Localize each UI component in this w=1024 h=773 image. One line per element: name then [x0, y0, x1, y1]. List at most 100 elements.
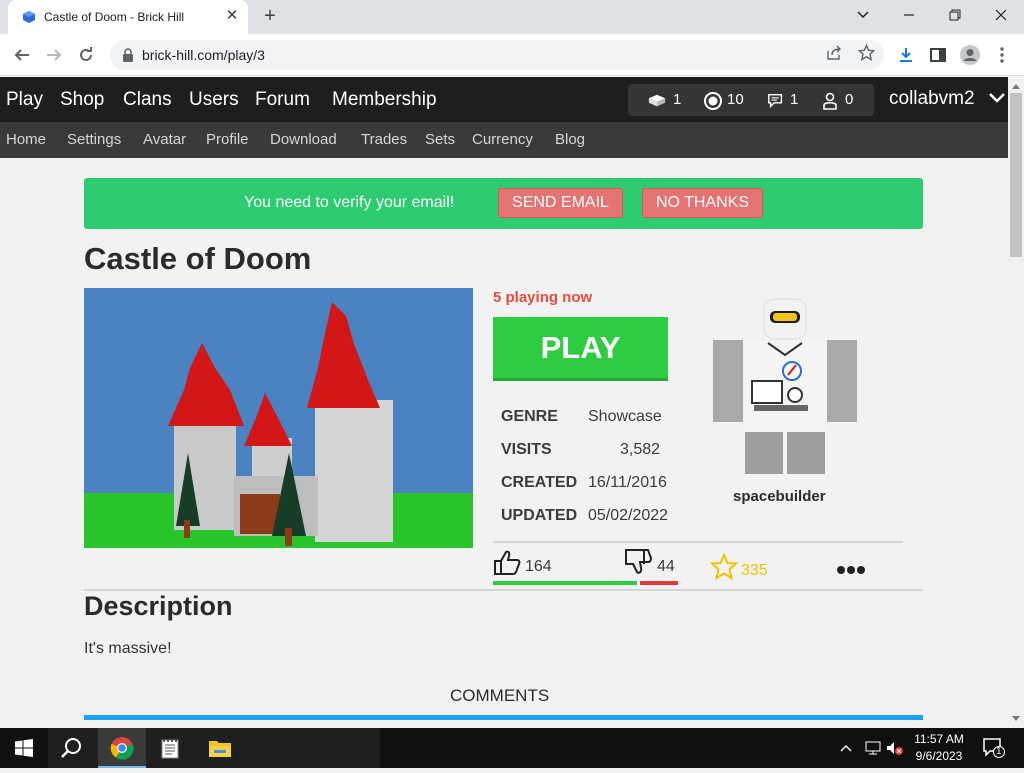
site-main-nav: Play Shop Clans Users Forum Membership 1… — [0, 77, 1008, 122]
more-options-icon[interactable] — [836, 565, 866, 575]
download-icon[interactable] — [894, 43, 918, 67]
close-window-icon[interactable] — [978, 0, 1024, 30]
chrome-menu-icon[interactable] — [990, 43, 1014, 67]
tab-close-icon[interactable]: ✕ — [222, 6, 242, 26]
chrome-icon[interactable] — [98, 728, 146, 768]
subnav-currency[interactable]: Currency — [472, 131, 533, 148]
reload-icon[interactable] — [74, 43, 98, 67]
players-online: 5 playing now — [493, 289, 593, 306]
description-heading: Description — [84, 591, 233, 621]
likes-bar — [493, 581, 637, 585]
windows-start-icon[interactable] — [0, 728, 48, 768]
created-label: CREATED — [501, 474, 578, 491]
subnav-download[interactable]: Download — [270, 131, 337, 148]
verify-message: You need to verify your email! — [244, 194, 455, 211]
likes-count: 164 — [525, 558, 552, 575]
comments-tab-indicator — [84, 715, 923, 720]
game-thumbnail — [84, 288, 473, 548]
bricks-count[interactable]: 1 — [673, 91, 681, 108]
username-menu[interactable]: collabvm2 — [889, 88, 975, 110]
genre-value[interactable]: Showcase — [588, 408, 662, 426]
minimize-icon[interactable] — [886, 0, 932, 30]
stats-divider — [493, 541, 903, 543]
volume-muted-icon[interactable] — [886, 741, 904, 755]
clock-time: 11:57 AM — [914, 732, 964, 746]
nav-membership[interactable]: Membership — [332, 89, 437, 111]
nav-play[interactable]: Play — [6, 89, 43, 111]
bookmark-star-icon[interactable] — [856, 43, 876, 64]
updated-label: UPDATED — [501, 507, 578, 524]
search-icon[interactable] — [48, 728, 96, 768]
taskbar-clock[interactable]: 11:57 AM 9/6/2023 — [905, 731, 973, 765]
updated-value: 05/02/2022 — [588, 507, 669, 524]
comments-tab[interactable]: COMMENTS — [450, 686, 549, 706]
tray-chevron-up-icon[interactable] — [840, 743, 852, 753]
messages-count[interactable]: 1 — [790, 91, 798, 108]
file-explorer-icon[interactable] — [196, 728, 244, 768]
friends-icon[interactable] — [821, 92, 839, 110]
lock-icon[interactable] — [122, 48, 134, 62]
thumbs-up-icon[interactable] — [493, 548, 521, 576]
bricks-icon[interactable] — [648, 92, 666, 110]
dislikes-count: 44 — [657, 558, 675, 575]
taskbar-search[interactable] — [48, 728, 380, 768]
thumbs-down-icon[interactable] — [624, 548, 652, 576]
tab-title: Castle of Doom - Brick Hill — [44, 10, 185, 24]
play-button[interactable]: PLAY — [493, 317, 668, 381]
scrollbar-thumb[interactable] — [1010, 93, 1022, 257]
clock-date: 9/6/2023 — [915, 749, 963, 763]
nav-shop[interactable]: Shop — [60, 89, 104, 111]
notification-center-icon[interactable]: 1 — [983, 738, 1005, 758]
url-text[interactable]: brick-hill.com/play/3 — [142, 47, 265, 63]
subnav-avatar[interactable]: Avatar — [143, 131, 186, 148]
favorites-count: 335 — [741, 562, 768, 579]
page-scrollbar[interactable] — [1008, 77, 1024, 728]
friends-count[interactable]: 0 — [845, 91, 853, 108]
favorite-star-icon[interactable] — [709, 553, 739, 581]
genre-label: GENRE — [501, 408, 558, 425]
new-tab-button[interactable]: + — [258, 5, 282, 29]
dislikes-bar — [640, 581, 678, 585]
side-panel-icon[interactable] — [926, 43, 950, 67]
currency-stats: 1 10 1 0 — [628, 84, 874, 116]
notification-count: 1 — [996, 746, 1002, 757]
notepad-icon[interactable] — [146, 728, 194, 768]
verify-email-banner: You need to verify your email! SEND EMAI… — [84, 178, 923, 229]
nav-users[interactable]: Users — [189, 89, 239, 111]
subnav-blog[interactable]: Blog — [555, 131, 585, 148]
browser-toolbar: brick-hill.com/play/3 — [0, 34, 1024, 76]
creator-avatar[interactable] — [708, 295, 862, 480]
restore-icon[interactable] — [932, 0, 978, 30]
site-sub-nav: Home Settings Avatar Profile Download Tr… — [0, 122, 1008, 158]
no-thanks-button[interactable]: NO THANKS — [642, 188, 763, 218]
scroll-down-icon[interactable] — [1012, 716, 1020, 722]
chevron-down-icon[interactable] — [988, 89, 1006, 107]
description-text: It's massive! — [84, 640, 172, 657]
nav-clans[interactable]: Clans — [123, 89, 172, 111]
network-icon[interactable] — [864, 741, 882, 755]
browser-tab[interactable]: Castle of Doom - Brick Hill ✕ — [8, 0, 248, 34]
windows-taskbar: 11:57 AM 9/6/2023 1 — [0, 728, 1024, 768]
share-icon[interactable] — [824, 45, 844, 65]
subnav-sets[interactable]: Sets — [425, 131, 455, 148]
send-email-button[interactable]: SEND EMAIL — [498, 188, 623, 218]
back-icon[interactable] — [10, 43, 34, 67]
brickhill-favicon-icon — [23, 11, 35, 23]
messages-icon[interactable] — [767, 92, 785, 110]
forward-icon[interactable] — [42, 43, 66, 67]
visits-value: 3,582 — [620, 441, 661, 458]
subnav-settings[interactable]: Settings — [67, 131, 121, 148]
subnav-home[interactable]: Home — [6, 131, 46, 148]
game-title: Castle of Doom — [84, 241, 312, 276]
subnav-profile[interactable]: Profile — [206, 131, 249, 148]
bits-icon[interactable] — [704, 92, 722, 110]
profile-icon[interactable] — [958, 43, 982, 67]
scroll-up-icon[interactable] — [1012, 83, 1020, 89]
bits-count[interactable]: 10 — [727, 91, 744, 108]
tab-search-chevron-icon[interactable] — [840, 0, 886, 30]
browser-tab-strip: Castle of Doom - Brick Hill ✕ + — [0, 0, 1024, 34]
address-bar[interactable]: brick-hill.com/play/3 — [110, 40, 884, 70]
subnav-trades[interactable]: Trades — [361, 131, 407, 148]
nav-forum[interactable]: Forum — [255, 89, 310, 111]
creator-name[interactable]: spacebuilder — [733, 488, 826, 505]
